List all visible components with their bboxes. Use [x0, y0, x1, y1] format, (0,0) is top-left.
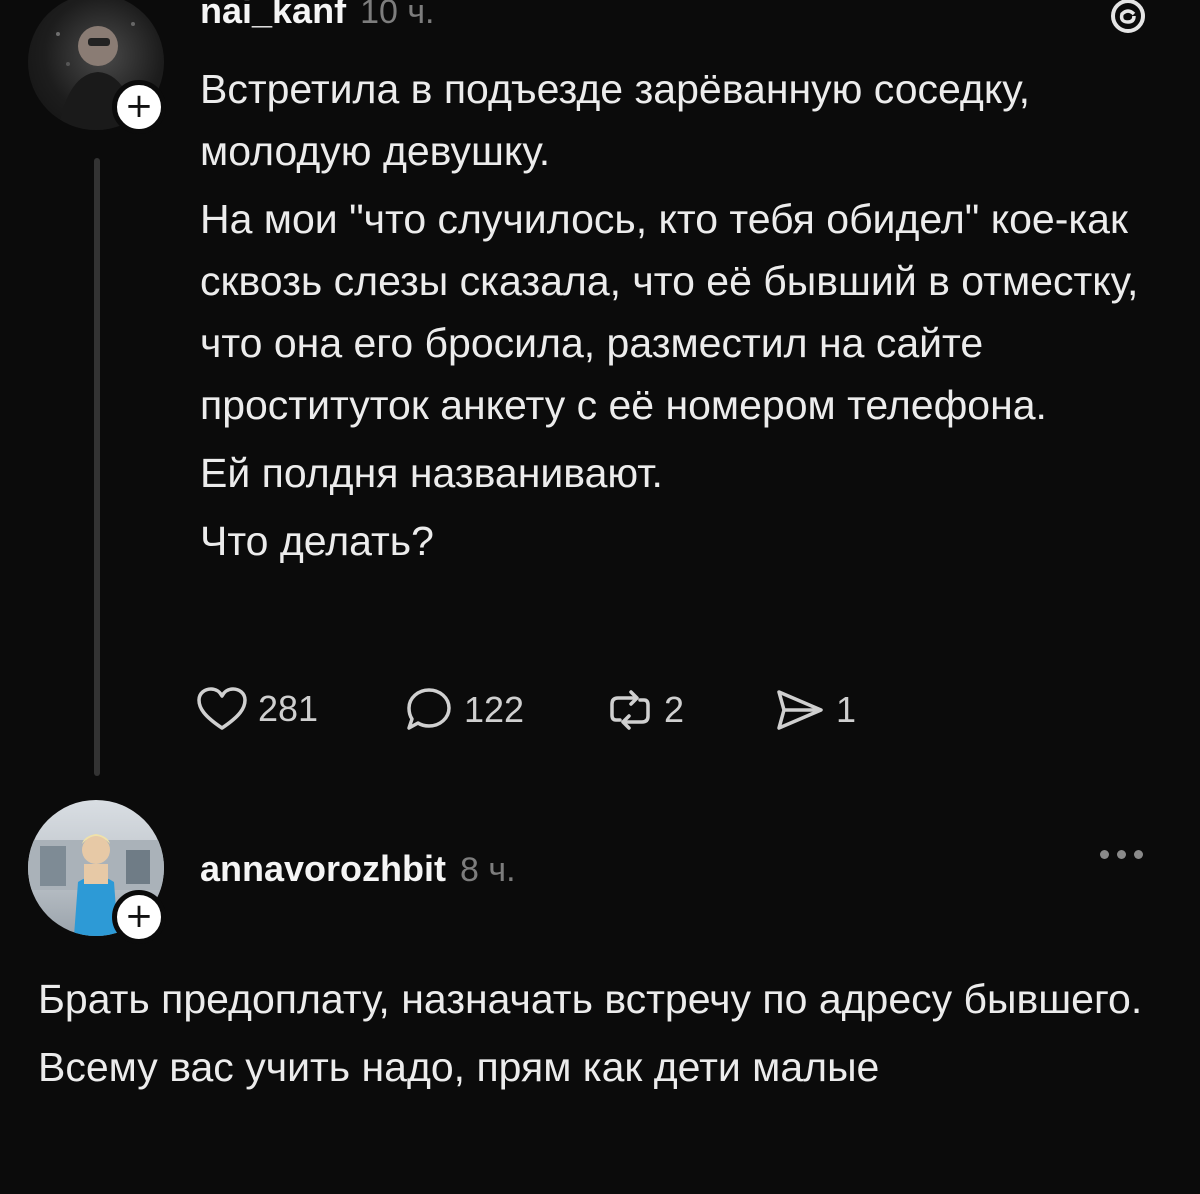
like-button[interactable]: 281: [196, 686, 318, 732]
comment-count: 122: [464, 689, 525, 730]
plus-icon: +: [124, 86, 154, 126]
post-paragraph: Ей полдня названивают.: [200, 450, 663, 496]
heart-icon: [197, 687, 247, 730]
post-paragraph: На мои "что случилось, кто тебя обидел" …: [200, 196, 1139, 428]
plus-icon: +: [124, 896, 154, 936]
share-button[interactable]: 1: [774, 686, 856, 734]
thread-post: + nai_kanf 10 ч. Встретила в подъезде за…: [0, 0, 1200, 790]
reply-header: annavorozhbit 8 ч.: [200, 848, 516, 890]
reply-body: Брать предоплату, назначать встречу по а…: [38, 968, 1168, 1104]
share-count: 1: [836, 689, 857, 730]
reply-username[interactable]: annavorozhbit: [200, 848, 446, 890]
threads-logo-icon[interactable]: [1106, 0, 1150, 38]
comment-button[interactable]: 122: [404, 686, 524, 734]
repost-icon: [610, 690, 650, 730]
repost-count: 2: [664, 689, 685, 730]
reply-paragraph: Брать предоплату, назначать встречу по а…: [38, 976, 1143, 1022]
post-paragraph: Что делать?: [200, 518, 434, 564]
post-body: Встретила в подъезде зарёванную соседку,…: [200, 58, 1180, 578]
like-count: 281: [258, 688, 319, 729]
follow-button[interactable]: +: [112, 80, 166, 134]
post-timestamp: 10 ч.: [360, 0, 435, 31]
post-username[interactable]: nai_kanf: [200, 0, 346, 32]
post-paragraph: Встретила в подъезде зарёванную соседку,…: [200, 66, 1031, 174]
reply-timestamp: 8 ч.: [460, 851, 516, 889]
thread-connector-line: [94, 158, 100, 776]
post-actions: 281 122 2 1: [196, 686, 896, 736]
send-icon: [777, 690, 823, 730]
speech-bubble-icon: [407, 688, 451, 730]
repost-button[interactable]: 2: [606, 686, 684, 734]
more-options-icon[interactable]: [1100, 850, 1143, 859]
post-header: nai_kanf 10 ч.: [200, 0, 435, 32]
reply-paragraph: Всему вас учить надо, прям как дети малы…: [38, 1044, 880, 1090]
follow-button[interactable]: +: [112, 890, 166, 944]
